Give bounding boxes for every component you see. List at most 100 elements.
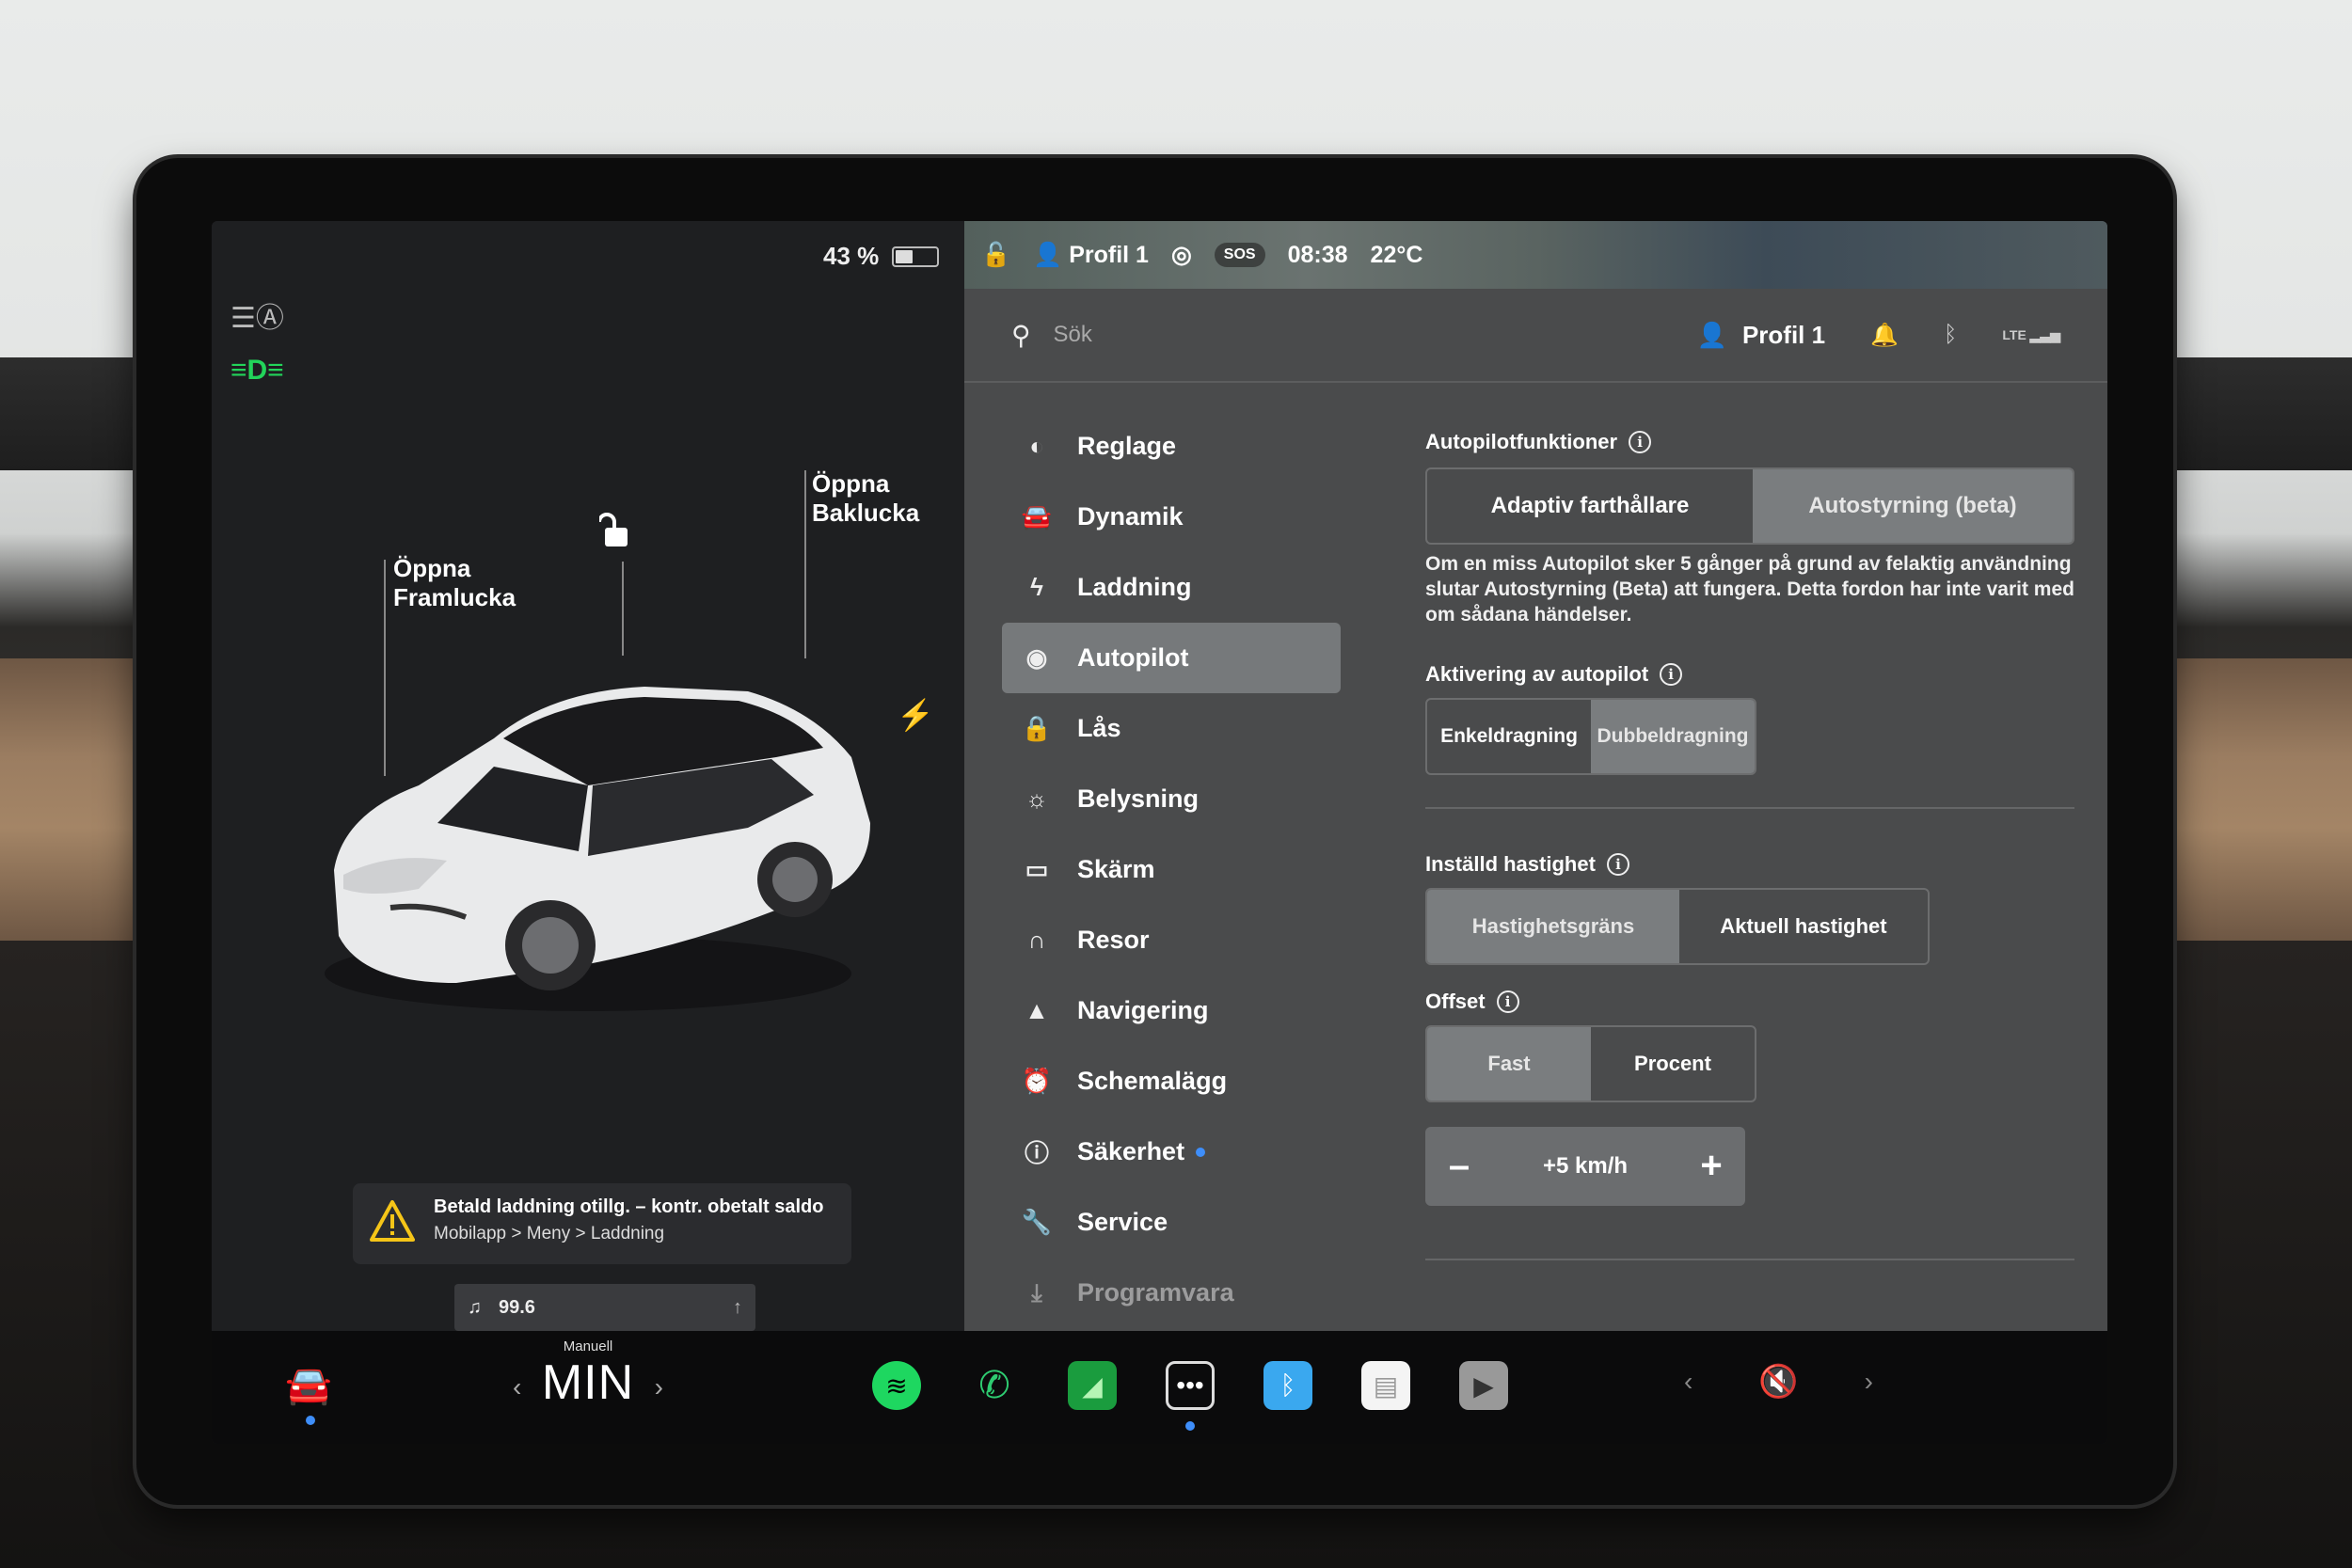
activation-heading: Aktivering av autopilot i: [1425, 662, 2084, 687]
energy-graph-icon[interactable]: ◢: [1068, 1361, 1117, 1410]
option-current-speed[interactable]: Aktuell hastighet: [1679, 890, 1928, 963]
phone-icon[interactable]: ✆: [970, 1361, 1019, 1410]
person-icon: 👤: [1696, 320, 1727, 349]
music-note-icon: ♫: [468, 1296, 482, 1318]
charging-notice[interactable]: Betald laddning otillg. – kontr. obetalt…: [353, 1183, 851, 1264]
option-percent[interactable]: Procent: [1591, 1027, 1755, 1101]
trunk-label-line2: Baklucka: [812, 499, 920, 528]
menu-item-programvara[interactable]: ⤓ Programvara: [1002, 1258, 1341, 1328]
option-autosteer[interactable]: Autostyrning (beta): [1752, 469, 2073, 543]
alarm-clock-icon: ⏰: [1021, 1067, 1053, 1095]
sun-icon: ☼: [1025, 784, 1048, 813]
expand-media-icon[interactable]: ↑: [733, 1297, 742, 1319]
sos-badge[interactable]: SOS: [1214, 243, 1265, 267]
divider: [1425, 806, 2074, 809]
menu-item-las[interactable]: 🔒 Lås: [1002, 693, 1341, 764]
bluetooth-app-icon[interactable]: ᛒ: [1263, 1361, 1312, 1410]
sentry-icon[interactable]: ◎: [1171, 241, 1192, 269]
menu-label: Schemalägg: [1077, 1067, 1228, 1095]
option-speed-limit[interactable]: Hastighetsgräns: [1427, 889, 1679, 963]
menu-item-dynamik[interactable]: 🚘 Dynamik: [1002, 482, 1341, 552]
menu-item-navigering[interactable]: ▲ Navigering: [1002, 975, 1341, 1046]
touchscreen: 43 % ☰Ⓐ ≡D≡ Öppna Framlucka Öppna Bakluc…: [212, 221, 2107, 1444]
autopilot-description: Om en miss Autopilot sker 5 gånger på gr…: [1425, 553, 2074, 626]
volume-down-chevron-icon[interactable]: ‹: [1684, 1367, 1692, 1397]
menu-label: Lås: [1077, 714, 1121, 742]
media-station: 99.6: [499, 1296, 535, 1318]
more-apps-icon[interactable]: •••: [1166, 1361, 1215, 1410]
menu-item-skarm[interactable]: ▭ Skärm: [1002, 834, 1341, 905]
navigation-arrow-icon: ▲: [1025, 996, 1049, 1024]
speed-heading: Inställd hastighet i: [1425, 852, 2084, 877]
chevron-right-icon[interactable]: ›: [655, 1372, 663, 1402]
profile-button[interactable]: 👤 Profil 1: [1697, 321, 1826, 350]
clock: 08:38: [1287, 241, 1348, 268]
media-mini-player[interactable]: ♫ 99.6 ↑: [454, 1284, 755, 1331]
features-title: Autopilotfunktioner: [1425, 430, 1618, 453]
menu-item-reglage[interactable]: ◐ Reglage: [1002, 411, 1341, 482]
menu-item-service[interactable]: 🔧 Service: [1002, 1187, 1341, 1258]
lte-signal-icon: LTE ▂▃▅: [2002, 326, 2060, 342]
profile-status[interactable]: 👤 Profil 1: [1033, 242, 1149, 269]
menu-item-laddning[interactable]: ϟ Laddning: [1002, 552, 1341, 623]
menu-label: Programvara: [1077, 1278, 1234, 1307]
search-input[interactable]: Sök: [1054, 322, 1092, 348]
option-fixed[interactable]: Fast: [1427, 1026, 1591, 1101]
info-icon[interactable]: i: [1496, 990, 1519, 1013]
open-frunk-button[interactable]: Öppna Framlucka: [393, 554, 516, 612]
plus-button[interactable]: +: [1694, 1145, 1728, 1187]
option-adaptive-cruise[interactable]: Adaptiv farthållare: [1427, 469, 1753, 543]
autopilot-feature-selector: Adaptiv farthållare Autostyrning (beta): [1425, 467, 2074, 545]
network-type: LTE: [2002, 326, 2026, 342]
minus-button[interactable]: –: [1442, 1145, 1476, 1187]
info-icon[interactable]: i: [1629, 431, 1652, 453]
outside-temperature: 22°C: [1370, 241, 1423, 268]
bluetooth-icon[interactable]: ᛒ: [1944, 322, 1957, 348]
download-icon: ⤓: [1031, 1277, 1042, 1307]
menu-label: Service: [1077, 1208, 1168, 1236]
menu-item-belysning[interactable]: ☼ Belysning: [1002, 764, 1341, 834]
frunk-label-line1: Öppna: [393, 554, 471, 582]
menu-item-schemalagg[interactable]: ⏰ Schemalägg: [1002, 1046, 1341, 1117]
steering-wheel-icon: ◉: [1025, 643, 1048, 672]
menu-item-autopilot[interactable]: ◉ Autopilot: [1002, 623, 1341, 693]
car-icon[interactable]: 🚘: [285, 1363, 332, 1407]
option-double-pull[interactable]: Dubbeldragning: [1591, 699, 1755, 773]
auto-headlights-icon[interactable]: ☰Ⓐ: [230, 294, 284, 336]
gear-mode-label: Manuell: [563, 1338, 613, 1354]
menu-item-resor[interactable]: ∩ Resor: [1002, 905, 1341, 975]
unlocked-icon[interactable]: 🔓: [981, 242, 1010, 269]
info-icon[interactable]: i: [1606, 852, 1629, 876]
charge-port-icon[interactable]: ⚡: [897, 697, 934, 733]
info-icon[interactable]: i: [1660, 662, 1683, 686]
info-circle-icon: ⓘ: [1024, 1139, 1049, 1167]
menu-label: Skärm: [1077, 855, 1155, 883]
chevron-left-icon[interactable]: ‹: [513, 1372, 521, 1402]
low-beam-icon[interactable]: ≡D≡: [230, 355, 284, 387]
features-heading: Autopilotfunktioner i: [1425, 430, 2084, 454]
speed-title: Inställd hastighet: [1425, 851, 1596, 876]
offset-selector: Fast Procent: [1425, 1024, 1756, 1102]
bell-icon[interactable]: 🔔: [1870, 322, 1899, 349]
volume-up-chevron-icon[interactable]: ›: [1865, 1367, 1873, 1397]
drive-mode-control[interactable]: Manuell MIN ‹ ›: [494, 1338, 682, 1407]
menu-label: Säkerhet: [1077, 1137, 1185, 1165]
activation-selector: Enkeldragning Dubbeldragning: [1425, 697, 1756, 775]
calendar-icon[interactable]: ▤: [1361, 1361, 1410, 1410]
car-icon: 🚘: [1021, 502, 1053, 531]
notice-title: Betald laddning otillg. – kontr. obetalt…: [434, 1196, 824, 1217]
mute-speaker-icon[interactable]: 🔇: [1758, 1363, 1798, 1401]
active-indicator-dot: [1185, 1421, 1195, 1431]
theater-icon[interactable]: ▶: [1459, 1361, 1508, 1410]
open-trunk-button[interactable]: Öppna Baklucka: [812, 469, 919, 528]
unlock-icon[interactable]: [597, 513, 631, 556]
spotify-icon[interactable]: ≋: [872, 1361, 921, 1410]
option-single-pull[interactable]: Enkeldragning: [1427, 700, 1591, 773]
menu-item-sakerhet[interactable]: ⓘ Säkerhet: [1002, 1117, 1341, 1187]
divider: [1425, 1258, 2074, 1260]
notification-dot: [1196, 1147, 1206, 1157]
car-model-image: [325, 687, 870, 1011]
search-icon[interactable]: ⚲: [1011, 320, 1031, 351]
autopilot-settings: Autopilotfunktioner i Adaptiv farthållar…: [1425, 430, 2084, 1260]
trips-icon: ∩: [1027, 926, 1046, 954]
